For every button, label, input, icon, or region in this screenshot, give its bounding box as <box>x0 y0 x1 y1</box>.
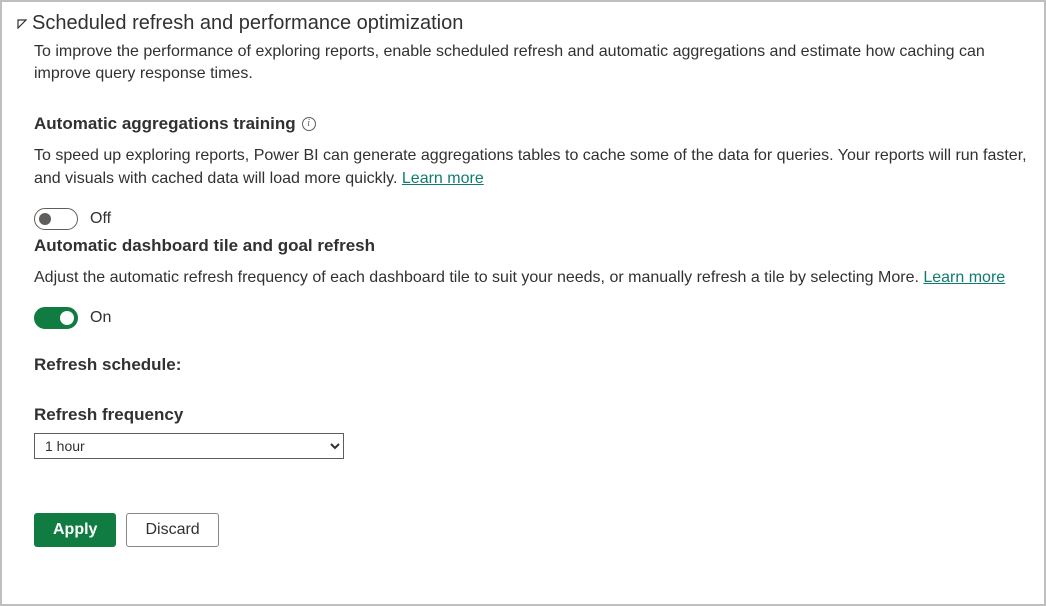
dashboard-refresh-heading: Automatic dashboard tile and goal refres… <box>34 236 1030 256</box>
dashboard-refresh-description: Adjust the automatic refresh frequency o… <box>34 266 1030 289</box>
aggregations-learn-more-link[interactable]: Learn more <box>402 170 484 187</box>
discard-button[interactable]: Discard <box>126 513 218 547</box>
dashboard-refresh-toggle-label: On <box>90 309 111 327</box>
info-icon[interactable]: i <box>302 117 316 131</box>
aggregations-toggle-label: Off <box>90 210 111 228</box>
expand-collapse-icon[interactable] <box>16 18 28 30</box>
refresh-schedule-label: Refresh schedule: <box>34 355 1030 375</box>
refresh-frequency-select[interactable]: 1 hour <box>34 433 344 459</box>
aggregations-toggle[interactable] <box>34 208 78 230</box>
refresh-frequency-label: Refresh frequency <box>34 405 1030 425</box>
toggle-knob <box>39 213 51 225</box>
section-title: Scheduled refresh and performance optimi… <box>32 12 463 35</box>
aggregations-description-text: To speed up exploring reports, Power BI … <box>34 147 1027 187</box>
aggregations-description: To speed up exploring reports, Power BI … <box>34 144 1030 190</box>
toggle-knob <box>60 311 74 325</box>
dashboard-refresh-learn-more-link[interactable]: Learn more <box>923 269 1005 286</box>
dashboard-refresh-toggle[interactable] <box>34 307 78 329</box>
apply-button[interactable]: Apply <box>34 513 116 547</box>
aggregations-heading: Automatic aggregations training <box>34 114 296 134</box>
dashboard-refresh-description-text: Adjust the automatic refresh frequency o… <box>34 269 923 286</box>
section-description: To improve the performance of exploring … <box>34 41 1030 86</box>
